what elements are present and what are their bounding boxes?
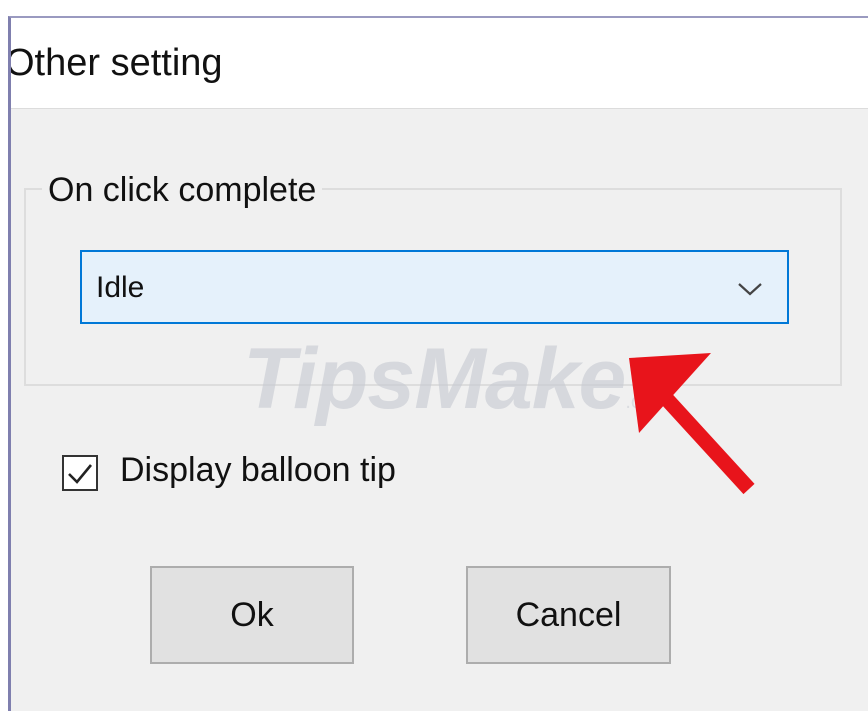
cancel-button[interactable]: Cancel [466, 566, 671, 664]
title-bar: Other setting [11, 18, 868, 109]
balloon-tip-label: Display balloon tip [120, 451, 396, 489]
groupbox-label: On click complete [42, 171, 323, 210]
dialog-window: Other setting On click complete Idle Tip… [8, 16, 868, 711]
ok-button[interactable]: Ok [150, 566, 354, 664]
balloon-tip-checkbox[interactable] [62, 455, 98, 491]
chevron-down-icon[interactable] [735, 274, 765, 304]
red-arrow-icon [629, 353, 755, 495]
checkmark-icon [68, 464, 93, 484]
screenshot-frame: Other setting On click complete Idle Tip… [0, 0, 868, 711]
select-value: Idle [96, 271, 145, 304]
watermark-text: TipsMake [243, 331, 626, 427]
on-click-complete-select[interactable]: Idle [80, 250, 789, 324]
watermark-logo: TipsMake.com [243, 330, 669, 429]
window-title: Other setting [11, 42, 223, 84]
